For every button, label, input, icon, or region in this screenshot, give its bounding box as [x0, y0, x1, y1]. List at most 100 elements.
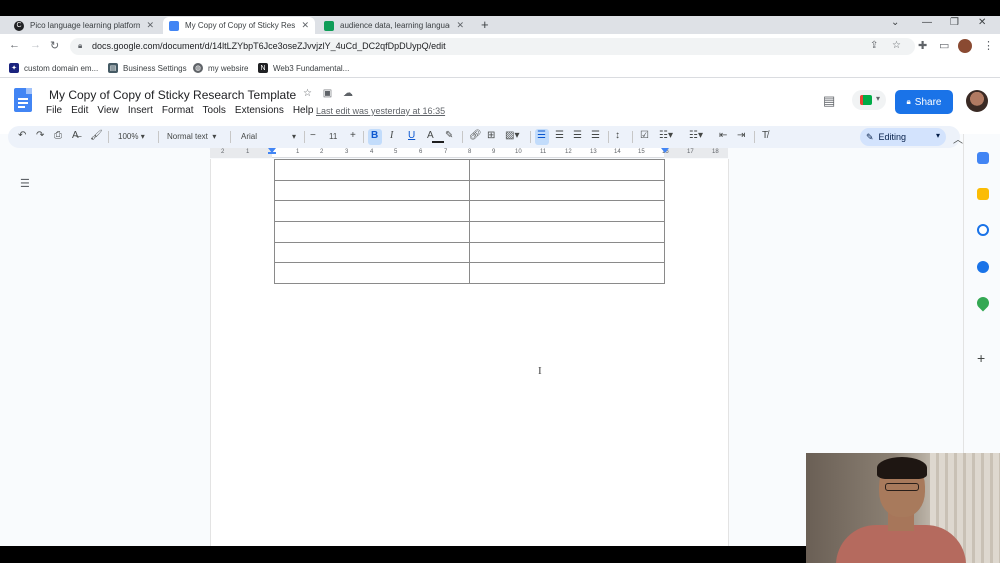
undo-icon[interactable]: ↶	[18, 130, 26, 141]
docs-logo-icon[interactable]	[14, 88, 32, 112]
menu-view[interactable]: View	[97, 105, 119, 116]
print-icon[interactable]: ⎙	[54, 130, 62, 141]
tab-doc[interactable]: My Copy of Copy of Sticky Resea ✕	[163, 17, 315, 34]
side-panel-icon[interactable]: ▭	[939, 39, 949, 52]
document-title[interactable]: My Copy of Copy of Sticky Research Templ…	[49, 88, 296, 102]
align-justify-icon[interactable]: ☰	[591, 130, 600, 141]
menu-edit[interactable]: Edit	[71, 105, 88, 116]
paint-format-icon[interactable]: 🖌︎	[90, 130, 103, 141]
profile-avatar[interactable]	[958, 39, 972, 53]
add-comment-icon[interactable]: ⊞	[487, 130, 495, 141]
move-folder-icon[interactable]: ▣	[323, 88, 332, 99]
checklist-icon[interactable]: ☑	[640, 130, 649, 141]
bookmark-business-settings[interactable]: ▤ Business Settings	[108, 63, 187, 73]
table-cell[interactable]	[274, 221, 470, 243]
table-cell[interactable]	[274, 159, 470, 181]
minimize-button[interactable]: —	[922, 17, 932, 28]
document-table[interactable]	[274, 159, 665, 285]
maps-icon[interactable]	[974, 294, 992, 312]
bookmark-web3[interactable]: N Web3 Fundamental...	[258, 63, 349, 73]
tab-sheets[interactable]: audience data, learning languag ✕	[318, 17, 470, 34]
underline-button[interactable]: U	[408, 130, 415, 141]
comment-history-icon[interactable]: ▤	[823, 93, 835, 109]
close-icon[interactable]: ✕	[146, 20, 154, 31]
cloud-status-icon[interactable]: ☁	[343, 88, 353, 99]
menu-tools[interactable]: Tools	[203, 105, 226, 116]
table-cell[interactable]	[274, 200, 470, 223]
table-cell[interactable]	[274, 179, 470, 202]
right-indent-marker[interactable]	[661, 148, 669, 153]
table-cell[interactable]	[469, 241, 665, 264]
bookmark-my-website[interactable]: ◍ my websire	[193, 63, 248, 73]
menu-file[interactable]: File	[46, 105, 62, 116]
table-cell[interactable]	[274, 241, 470, 264]
align-center-icon[interactable]: ☰	[555, 130, 564, 141]
close-icon[interactable]: ✕	[456, 20, 464, 31]
italic-button[interactable]: I	[390, 130, 393, 141]
last-edit-link[interactable]: Last edit was yesterday at 16:35	[316, 106, 445, 116]
back-button[interactable]: ←	[9, 39, 20, 51]
chevron-up-icon[interactable]: ︿	[953, 131, 963, 146]
close-icon[interactable]: ✕	[301, 20, 309, 31]
align-left-icon[interactable]: ☰	[537, 130, 546, 141]
clear-formatting-icon[interactable]: T̸	[762, 130, 768, 141]
star-icon[interactable]: ☆	[892, 40, 901, 51]
menu-insert[interactable]: Insert	[128, 105, 153, 116]
insert-image-icon[interactable]: ▨▾	[505, 130, 519, 141]
horizontal-ruler[interactable]: 2 1 1 2 3 4 5 6 7 8 9 10 11 12 13 14 15 …	[210, 148, 728, 158]
table-cell[interactable]	[469, 179, 665, 202]
restore-button[interactable]: ❐	[950, 17, 959, 28]
share-button[interactable]: 🔒︎ Share	[895, 90, 953, 114]
share-page-icon[interactable]: ⇪	[870, 40, 878, 51]
style-select[interactable]: Normal text ▾	[167, 132, 216, 141]
menu-help[interactable]: Help	[293, 105, 314, 116]
font-size-input[interactable]: 11	[329, 132, 337, 141]
tab-pico[interactable]: C Pico language learning platform ✕	[8, 17, 160, 34]
highlight-icon[interactable]: ✎	[445, 130, 453, 141]
chevron-down-icon[interactable]: ▾	[292, 132, 296, 141]
table-cell[interactable]	[469, 221, 665, 243]
menu-format[interactable]: Format	[162, 105, 194, 116]
text-color-button[interactable]: A	[427, 130, 434, 141]
reload-button[interactable]: ↻	[50, 39, 59, 52]
bold-button[interactable]: B	[371, 130, 378, 141]
extensions-icon[interactable]: ✚	[918, 39, 927, 52]
bulleted-list-icon[interactable]: ☷▾	[659, 130, 673, 141]
editing-mode-select[interactable]: ✎ Editing ▾	[860, 128, 946, 146]
meet-button[interactable]: ▾	[852, 90, 886, 110]
table-cell[interactable]	[469, 262, 665, 285]
calendar-icon[interactable]	[977, 152, 989, 164]
table-cell[interactable]	[469, 159, 665, 181]
browser-menu-icon[interactable]: ⋮	[983, 39, 994, 52]
increase-indent-icon[interactable]: ⇥	[737, 130, 745, 141]
font-select[interactable]: Arial	[241, 132, 257, 141]
keep-icon[interactable]	[977, 188, 989, 200]
menu-extensions[interactable]: Extensions	[235, 105, 284, 116]
forward-button[interactable]: →	[30, 39, 41, 51]
tasks-icon[interactable]	[977, 224, 989, 236]
link-icon[interactable]: 🔗︎	[469, 130, 482, 141]
decrease-indent-icon[interactable]: ⇤	[719, 130, 727, 141]
increase-font-size-button[interactable]: +	[350, 130, 356, 141]
numbered-list-icon[interactable]: ☷▾	[689, 130, 703, 141]
align-right-icon[interactable]: ☰	[573, 130, 582, 141]
spellcheck-icon[interactable]: A̶	[72, 130, 79, 141]
bookmark-custom-domain[interactable]: ✦ custom domain em...	[9, 63, 98, 73]
address-bar[interactable]: 🔒︎ docs.google.com/document/d/14ltLZYbpT…	[70, 38, 915, 55]
document-page[interactable]: I	[210, 159, 729, 546]
redo-icon[interactable]: ↷	[36, 130, 44, 141]
star-icon[interactable]: ☆	[303, 88, 312, 99]
document-outline-icon[interactable]: ☰	[20, 177, 30, 190]
line-spacing-icon[interactable]: ↕	[615, 130, 620, 141]
user-avatar[interactable]	[966, 90, 988, 112]
chevron-down-icon[interactable]: ⌄	[891, 17, 899, 28]
first-line-indent-marker[interactable]	[268, 152, 276, 154]
decrease-font-size-button[interactable]: −	[310, 130, 316, 141]
get-add-ons-icon[interactable]: +	[977, 350, 985, 366]
table-cell[interactable]	[469, 200, 665, 223]
close-window-button[interactable]: ✕	[978, 17, 986, 28]
zoom-select[interactable]: 100% ▾	[118, 132, 145, 141]
new-tab-button[interactable]: +	[481, 17, 489, 32]
contacts-icon[interactable]	[977, 261, 989, 273]
table-cell[interactable]	[274, 262, 470, 285]
